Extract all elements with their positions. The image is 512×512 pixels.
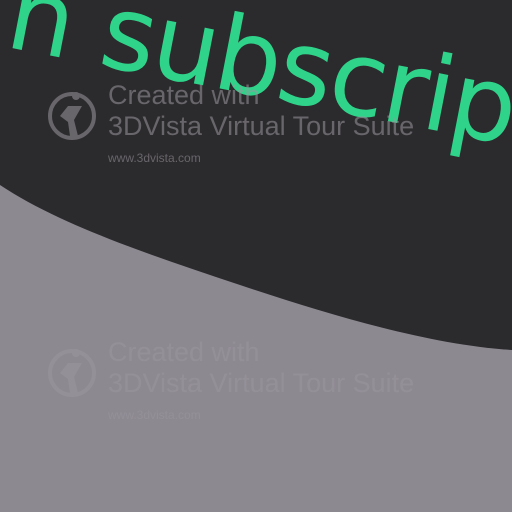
- scene: n subscription Created with 3DVista Virt…: [0, 0, 512, 512]
- 3dvista-logo-icon: [48, 349, 96, 397]
- watermark-url: www.3dvista.com: [108, 151, 201, 165]
- watermark-product-name: 3DVista Virtual Tour Suite: [108, 368, 415, 398]
- watermark-top: Created with 3DVista Virtual Tour Suite …: [46, 80, 506, 170]
- watermark-product-name: 3DVista Virtual Tour Suite: [108, 111, 415, 141]
- watermark-bottom: Created with 3DVista Virtual Tour Suite …: [46, 337, 506, 427]
- watermark-created-with: Created with: [108, 80, 260, 110]
- 3dvista-logo-icon: [48, 92, 96, 140]
- watermark-created-with: Created with: [108, 337, 260, 367]
- watermark-url: www.3dvista.com: [108, 408, 201, 422]
